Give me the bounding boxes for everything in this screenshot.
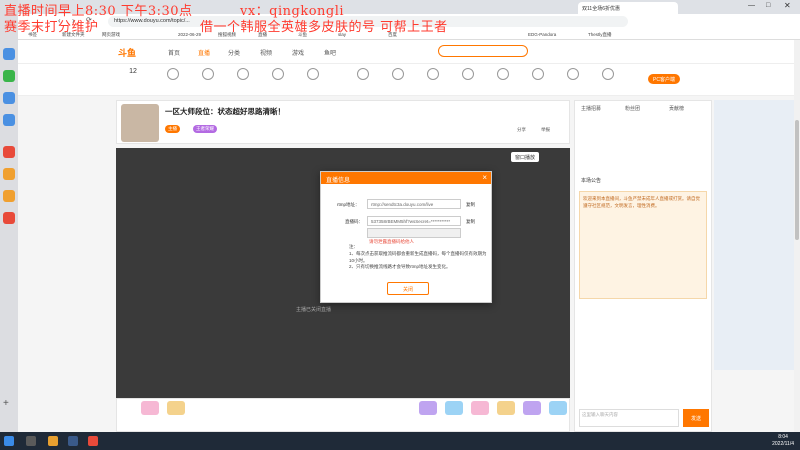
search-input[interactable] [438,45,528,57]
gift-item[interactable] [497,401,515,415]
clock[interactable]: 8:04 2022/11/4 [772,434,794,448]
gift-item[interactable] [419,401,437,415]
site-logo[interactable]: 斗鱼 [118,46,136,59]
nav-yuba[interactable]: 鱼吧 [324,48,336,57]
gift-item[interactable] [141,401,159,415]
side-banner[interactable] [714,100,794,370]
chat-tab[interactable]: 主播招募 [581,105,601,112]
category-item[interactable] [263,68,293,83]
player-status: 主播已关闭直播 [296,307,332,313]
window-play-button[interactable]: 窗口播放 [511,152,540,162]
dialog-header: 直播信息 × [321,172,491,184]
app-icon-6[interactable] [3,168,15,180]
browser-tab[interactable]: 双11全场6折优惠 [578,2,678,14]
nav-home[interactable]: 首页 [168,48,180,57]
bookmark[interactable]: 网页游戏 [102,32,120,38]
line-select[interactable] [367,228,461,238]
category-item[interactable] [418,68,448,83]
share-link[interactable]: 分享 [517,127,526,133]
category-bar: 12 PC客户端 [18,64,800,96]
app-icon-7[interactable] [3,190,15,202]
overlay-season: 赛季末打分维护 [4,20,99,35]
close-icon[interactable]: × [482,173,487,182]
taskbar-app[interactable] [48,436,58,446]
nav-live[interactable]: 直播 [198,48,210,57]
copy-code-button[interactable]: 复制 [466,219,475,225]
chat-panel: 主播招募 粉丝团 贡献榜 本场公告 欢迎来到本直播间，斗鱼严禁未成年人直播或打赏… [574,100,712,432]
scrollbar[interactable] [794,40,800,432]
pc-client-button[interactable]: PC客户端 [648,74,680,84]
send-button[interactable]: 发送 [683,409,709,427]
minimize-icon[interactable]: — [748,2,755,9]
app-icon-8[interactable] [3,212,15,224]
app-icon-1[interactable] [3,48,15,60]
gift-item[interactable] [471,401,489,415]
rtmp-field[interactable]: rtmp://sendtc3a.douyu.com/live [367,199,461,209]
app-icon-2[interactable] [3,70,15,82]
code-field[interactable]: 537358rBEMM5hf?wsSecret=*********** [367,216,461,226]
nav-video[interactable]: 视频 [260,48,272,57]
close-button[interactable]: 关闭 [387,282,429,295]
copy-rtmp-button[interactable]: 复制 [466,202,475,208]
chat-input[interactable]: 这里输入聊天内容 [579,409,679,427]
category-item[interactable] [193,68,223,83]
announcement: 欢迎来到本直播间，斗鱼严禁未成年人直播或打赏。请自觉遵守社区规范，文明发言，理性… [579,191,707,299]
app-icon-5[interactable] [3,146,15,158]
category-item[interactable] [298,68,328,83]
taskbar-app[interactable] [68,436,78,446]
room-tag[interactable]: 王者荣耀 [193,125,217,133]
gift-item[interactable] [549,401,567,415]
dialog-notes: 注： 1、每次点击获取推流码都会重新生成直播码，每个直播码仅有效期为10小时。 … [349,244,487,270]
category-item[interactable] [593,68,623,83]
nav-category[interactable]: 分类 [228,48,240,57]
gift-bar [116,398,570,432]
left-sidebar: + [0,0,18,432]
code-label: 直播码： [345,219,363,224]
bookmark[interactable]: EDG-Pandora [528,32,556,37]
app-icon-3[interactable] [3,92,15,104]
taskbar-app[interactable] [26,436,36,446]
gift-item[interactable] [167,401,185,415]
gift-item[interactable] [523,401,541,415]
chat-tab[interactable]: 贡献榜 [669,105,684,112]
announce-title: 本场公告 [581,178,602,184]
category-item[interactable] [523,68,553,83]
category-item[interactable] [488,68,518,83]
gift-item[interactable] [445,401,463,415]
maximize-icon[interactable]: □ [766,2,770,9]
rtmp-label: rtmp地址： [337,202,360,207]
site-nav: 斗鱼 首页 直播 分类 视频 游戏 鱼吧 [18,40,800,64]
chat-tab[interactable]: 粉丝团 [625,105,640,112]
taskbar-app[interactable] [88,436,98,446]
room-title: 一区大师段位：状态超好思路清晰！ [165,107,285,116]
app-icon-4[interactable] [3,114,15,126]
category-item[interactable] [158,68,188,83]
room-header: 一区大师段位：状态超好思路清晰！ 主播 王者荣耀 分享 举报 [116,100,570,144]
category-item[interactable] [348,68,378,83]
nav-game[interactable]: 游戏 [292,48,304,57]
overlay-account: 借一个韩服全英雄多皮肤的号 可帮上王者 [200,20,448,35]
dialog-title: 直播信息 [326,178,351,184]
room-tag[interactable]: 主播 [165,125,180,133]
stream-info-dialog: 直播信息 × rtmp地址： rtmp://sendtc3a.douyu.com… [320,171,492,303]
scroll-thumb[interactable] [795,120,799,240]
bookmark[interactable]: Thestly直播 [588,32,612,38]
add-icon[interactable]: + [3,398,15,410]
taskbar: 8:04 2022/11/4 [0,432,800,450]
category-item[interactable] [228,68,258,83]
follow-count[interactable]: 12 [118,68,148,75]
category-item[interactable] [383,68,413,83]
bookmark[interactable]: 2022-06-29 [178,32,201,37]
category-item[interactable] [453,68,483,83]
avatar[interactable] [121,104,159,142]
category-item[interactable] [558,68,588,83]
start-icon[interactable] [4,436,14,446]
close-icon[interactable]: ✕ [784,1,791,10]
report-link[interactable]: 举报 [541,127,550,133]
